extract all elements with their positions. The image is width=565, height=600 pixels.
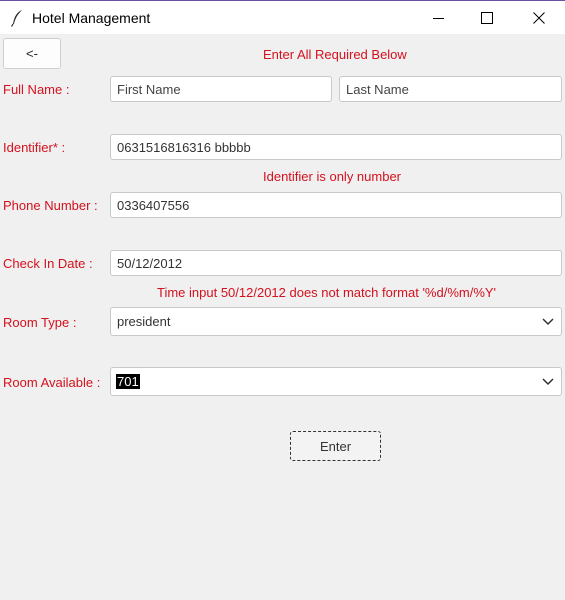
- room-type-label: Room Type :: [3, 315, 77, 330]
- title-bar: Hotel Management: [0, 0, 565, 34]
- header-message: Enter All Required Below: [263, 47, 407, 62]
- identifier-error: Identifier is only number: [263, 169, 402, 184]
- full-name-label: Full Name :: [3, 82, 70, 97]
- chevron-down-icon[interactable]: [539, 373, 557, 391]
- check-in-label: Check In Date :: [3, 256, 93, 271]
- close-button[interactable]: [516, 1, 562, 34]
- check-in-date-input[interactable]: [110, 250, 562, 276]
- enter-button[interactable]: Enter: [290, 431, 381, 461]
- first-name-input[interactable]: [110, 76, 332, 102]
- window-title: Hotel Management: [32, 10, 151, 26]
- feather-icon: [10, 9, 24, 27]
- room-available-value: 701: [116, 374, 140, 389]
- last-name-input[interactable]: [339, 76, 562, 102]
- room-available-label: Room Available :: [3, 375, 101, 390]
- identifier-input[interactable]: [110, 134, 562, 160]
- minimize-button[interactable]: [416, 1, 462, 34]
- identifier-label: Identifier* :: [3, 140, 66, 155]
- phone-input[interactable]: [110, 192, 562, 218]
- chevron-down-icon[interactable]: [539, 313, 557, 331]
- close-icon: [533, 11, 545, 24]
- check-in-error: Time input 50/12/2012 does not match for…: [157, 285, 497, 300]
- maximize-icon: [481, 11, 493, 24]
- minimize-icon: [433, 17, 444, 19]
- phone-label: Phone Number :: [3, 198, 98, 213]
- room-type-select[interactable]: president: [110, 307, 562, 336]
- maximize-button[interactable]: [464, 1, 510, 34]
- back-button[interactable]: <-: [3, 38, 61, 69]
- room-available-select[interactable]: 701: [110, 367, 562, 396]
- room-type-value: president: [117, 314, 171, 329]
